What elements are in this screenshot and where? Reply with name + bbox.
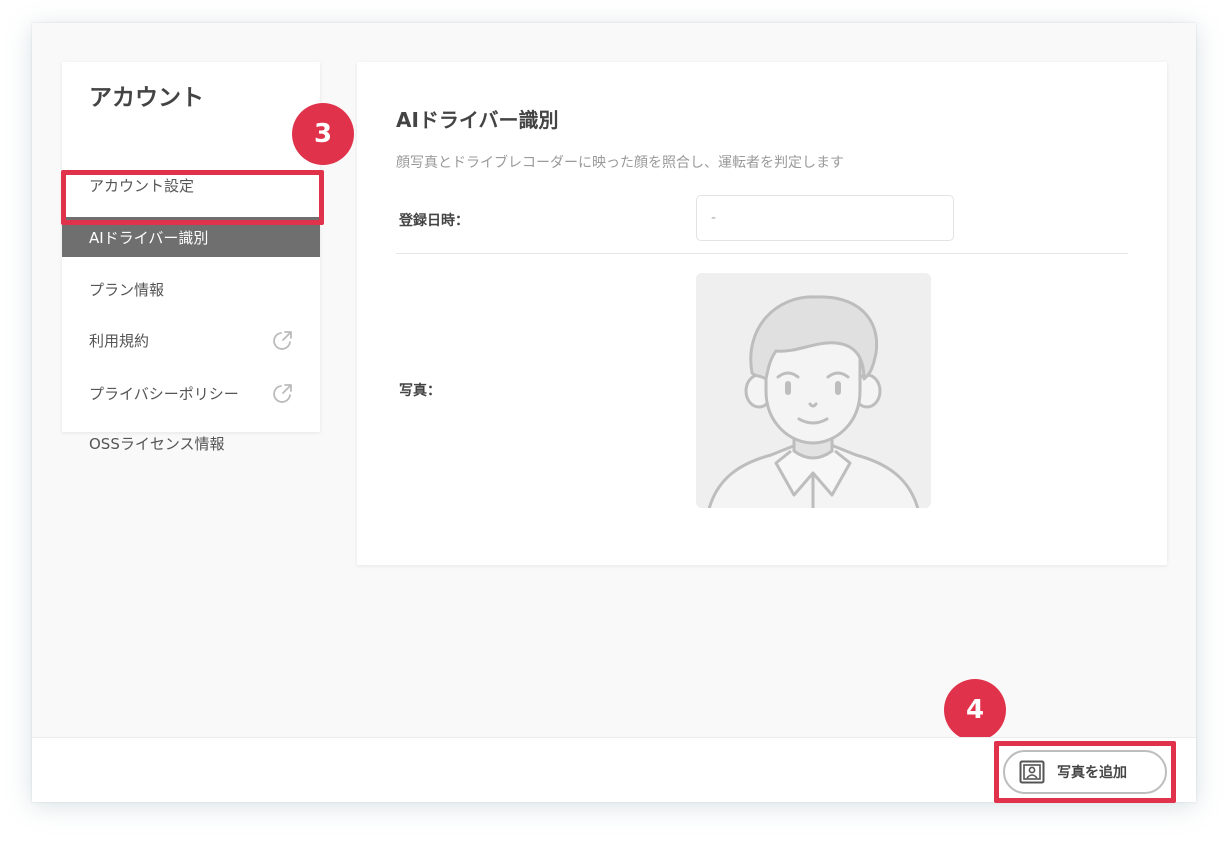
sidebar-item-ai-driver-id[interactable]: AIドライバー識別 (62, 217, 320, 257)
sidebar-item-label: プライバシーポリシー (89, 384, 239, 403)
registered-date-field: - (696, 195, 954, 241)
sidebar-item-account-settings[interactable]: アカウント設定 (62, 165, 320, 205)
sidebar-item-label: AIドライバー識別 (89, 228, 209, 247)
step-badge-4: 4 (944, 679, 1006, 741)
sidebar-item-privacy-policy[interactable]: プライバシーポリシー (62, 373, 320, 413)
registered-date-label: 登録日時： (399, 213, 469, 229)
add-photo-label: 写真を追加 (1057, 765, 1127, 781)
avatar-placeholder-icon (696, 273, 931, 508)
step-badge-3: 3 (292, 103, 354, 165)
external-link-icon (273, 384, 292, 403)
page-description: 顔写真とドライブレコーダーに映った顔を照合し、運転者を判定します (396, 155, 844, 171)
driver-photo (696, 273, 931, 508)
external-link-icon (273, 331, 292, 350)
ai-driver-id-card: AIドライバー識別 顔写真とドライブレコーダーに映った顔を照合し、運転者を判定し… (357, 62, 1167, 565)
sidebar-item-label: プラン情報 (89, 280, 165, 299)
portrait-icon (1019, 760, 1045, 784)
footer-bar: 写真を追加 (32, 737, 1196, 803)
add-photo-button[interactable]: 写真を追加 (1003, 750, 1167, 794)
divider (396, 253, 1128, 254)
sidebar-item-oss-license[interactable]: OSSライセンス情報 (62, 424, 320, 462)
photo-label: 写真： (399, 383, 441, 399)
sidebar-item-label: アカウント設定 (89, 176, 195, 195)
sidebar-item-terms[interactable]: 利用規約 (62, 320, 320, 360)
account-sidebar: アカウント アカウント設定 AIドライバー識別 プラン情報 利用規約 プライバシ… (62, 62, 320, 453)
sidebar-item-label: OSSライセンス情報 (89, 434, 225, 453)
page-title: AIドライバー識別 (396, 108, 559, 132)
registered-date-value: - (711, 210, 717, 226)
app-window: アカウント アカウント設定 AIドライバー識別 プラン情報 利用規約 プライバシ… (32, 23, 1196, 803)
sidebar-item-plan-info[interactable]: プラン情報 (62, 269, 320, 309)
sidebar-item-label: 利用規約 (89, 331, 150, 350)
sidebar-title: アカウント (89, 85, 204, 111)
